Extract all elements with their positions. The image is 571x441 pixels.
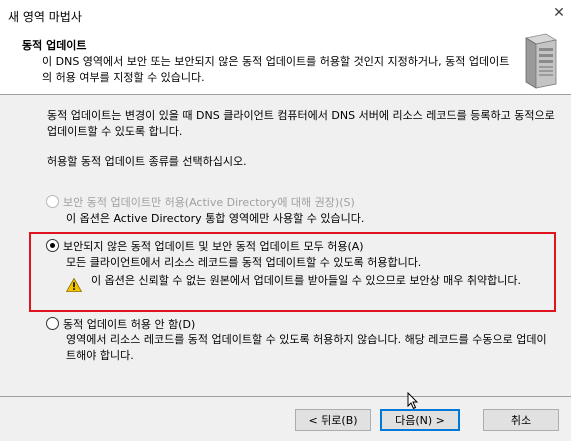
wizard-footer: < 뒤로(B) 다음(N) > 취소 bbox=[0, 396, 571, 441]
option-no-dynamic-updates[interactable]: 동적 업데이트 허용 안 함(D) bbox=[46, 316, 195, 332]
back-button[interactable]: < 뒤로(B) bbox=[295, 409, 371, 431]
option-secure-only-label: 보안 동적 업데이트만 허용(Active Directory에 대해 권장)(… bbox=[63, 196, 355, 209]
option-nonsecure-and-secure[interactable]: 보안되지 않은 동적 업데이트 및 보안 동적 업데이트 모두 허용(A) bbox=[46, 238, 364, 254]
option-secure-only: 보안 동적 업데이트만 허용(Active Directory에 대해 권장)(… bbox=[46, 194, 355, 210]
next-button[interactable]: 다음(N) > bbox=[380, 409, 460, 431]
radio-no-dynamic-updates[interactable] bbox=[46, 317, 59, 330]
page-title: 동적 업데이트 bbox=[22, 39, 87, 52]
radio-nonsecure-and-secure[interactable] bbox=[46, 239, 59, 252]
cancel-button[interactable]: 취소 bbox=[483, 409, 559, 431]
option-no-dynamic-updates-label[interactable]: 동적 업데이트 허용 안 함(D) bbox=[63, 316, 195, 332]
option-secure-only-desc: 이 옵션은 Active Directory 통합 영역에만 사용할 수 있습니… bbox=[66, 212, 365, 225]
option-nonsecure-warning: 이 옵션은 신뢰할 수 없는 원본에서 업데이트를 받아들일 수 있으므로 보안… bbox=[91, 274, 522, 287]
option-no-dynamic-updates-desc: 영역에서 리소스 레코드를 동적 업데이트할 수 있도록 허용하지 않습니다. … bbox=[66, 333, 547, 362]
option-nonsecure-and-secure-label[interactable]: 보안되지 않은 동적 업데이트 및 보안 동적 업데이트 모두 허용(A) bbox=[63, 238, 364, 254]
page-subtitle: 이 DNS 영역에서 보안 또는 보안되지 않은 동적 업데이트를 허용할 것인… bbox=[42, 55, 510, 84]
option-nonsecure-and-secure-desc: 모든 클라이언트에서 리소스 레코드를 동적 업데이트할 수 있도록 허용합니다… bbox=[66, 256, 422, 269]
window-title: 새 영역 마법사 bbox=[8, 10, 82, 24]
intro-text: 동적 업데이트는 변경이 있을 때 DNS 클라이언트 컴퓨터에서 DNS 서버… bbox=[47, 109, 555, 138]
radio-secure-only bbox=[46, 195, 59, 208]
warning-icon bbox=[66, 278, 82, 292]
server-icon bbox=[524, 33, 558, 89]
select-prompt: 허용할 동적 업데이트 종류를 선택하십시오. bbox=[47, 155, 247, 168]
mouse-cursor-icon bbox=[407, 392, 419, 410]
wizard-header: 동적 업데이트 이 DNS 영역에서 보안 또는 보안되지 않은 동적 업데이트… bbox=[0, 30, 571, 95]
close-button[interactable]: ✕ bbox=[549, 3, 569, 23]
title-bar: 새 영역 마법사 ✕ bbox=[0, 0, 571, 30]
